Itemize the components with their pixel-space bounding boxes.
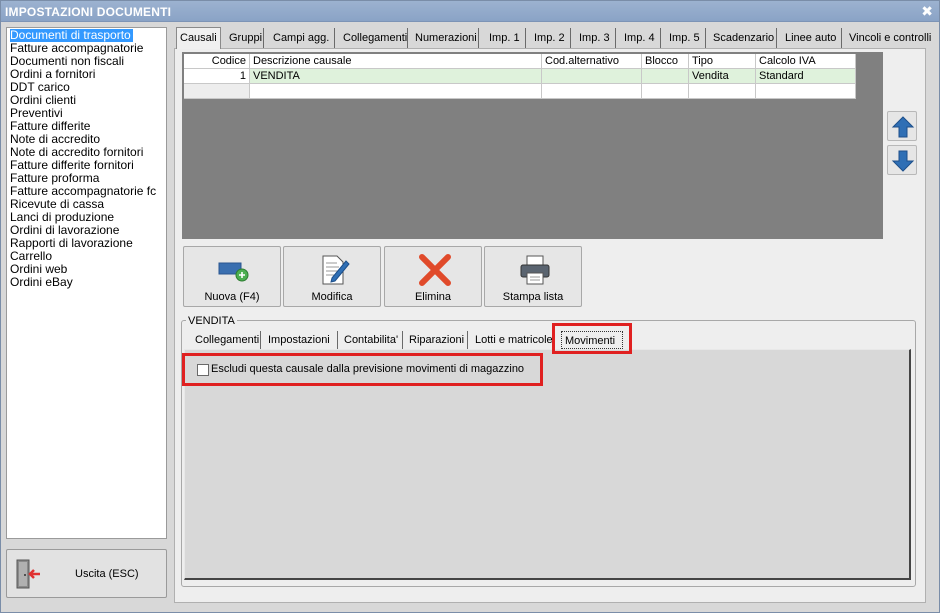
list-item[interactable]: Fatture differite <box>10 120 92 133</box>
list-item[interactable]: DDT carico <box>10 81 72 94</box>
causali-grid[interactable]: Codice Descrizione causale Cod.alternati… <box>182 52 883 239</box>
cell-empty <box>542 84 642 99</box>
tab-causali[interactable]: Causali <box>176 27 221 49</box>
list-item[interactable]: Fatture proforma <box>10 172 101 185</box>
cell-tipo: Vendita <box>689 69 756 84</box>
exclude-causale-checkbox[interactable] <box>197 364 209 376</box>
main-tabs: Causali Gruppi Campi agg. Collegamenti N… <box>174 27 938 49</box>
detail-group-title: VENDITA <box>186 315 237 327</box>
delete-button[interactable]: Elimina <box>384 246 482 307</box>
cell-codice: 1 <box>184 69 250 84</box>
list-item[interactable]: Ordini a fornitori <box>10 68 97 81</box>
move-up-button[interactable] <box>887 111 917 141</box>
arrow-up-icon <box>891 116 915 138</box>
subtab-lotti-e-matricole[interactable]: Lotti e matricole <box>472 331 554 349</box>
movimenti-panel <box>184 349 911 580</box>
exclude-causale-label: Escludi questa causale dalla previsione … <box>211 363 525 375</box>
print-list-button[interactable]: Stampa lista <box>484 246 582 307</box>
cell-descrizione: VENDITA <box>250 69 542 84</box>
tab-linee-auto[interactable]: Linee auto <box>782 28 842 48</box>
cell-empty <box>689 84 756 99</box>
exit-door-icon <box>16 559 40 589</box>
column-header[interactable]: Codice <box>184 54 250 69</box>
new-button-label: Nuova (F4) <box>204 291 260 303</box>
subtab-movimenti[interactable]: Movimenti <box>561 331 623 349</box>
list-item[interactable]: Ordini clienti <box>10 94 78 107</box>
list-item[interactable]: Documenti di trasporto <box>10 29 133 42</box>
tab-vincoli-e-controlli[interactable]: Vincoli e controlli <box>846 28 938 48</box>
window-title: IMPOSTAZIONI DOCUMENTI <box>5 5 172 19</box>
printer-icon <box>520 255 550 285</box>
tab-numerazioni[interactable]: Numerazioni <box>412 28 479 48</box>
exit-button[interactable]: Uscita (ESC) <box>6 549 167 598</box>
list-item[interactable]: Ordini eBay <box>10 276 75 289</box>
cell-empty <box>250 84 542 99</box>
title-bar: IMPOSTAZIONI DOCUMENTI ✖ <box>1 1 939 22</box>
list-item[interactable]: Lanci di produzione <box>10 211 116 224</box>
list-item[interactable]: Note di accredito <box>10 133 102 146</box>
exit-button-label: Uscita (ESC) <box>75 568 139 580</box>
new-button[interactable]: Nuova (F4) <box>183 246 281 307</box>
tab-imp-3[interactable]: Imp. 3 <box>576 28 616 48</box>
list-item[interactable]: Carrello <box>10 250 54 263</box>
list-item[interactable]: Ordini web <box>10 263 69 276</box>
edit-button-label: Modifica <box>311 291 353 303</box>
list-item[interactable]: Rapporti di lavorazione <box>10 237 135 250</box>
document-type-list[interactable]: Documenti di trasporto Fatture accompagn… <box>6 27 167 539</box>
list-item[interactable]: Ricevute di cassa <box>10 198 106 211</box>
tab-gruppi[interactable]: Gruppi <box>226 28 264 48</box>
edit-button[interactable]: Modifica <box>283 246 381 307</box>
list-item[interactable]: Fatture differite fornitori <box>10 159 136 172</box>
list-item[interactable]: Note di accredito fornitori <box>10 146 145 159</box>
list-item[interactable]: Ordini di lavorazione <box>10 224 121 237</box>
subtab-riparazioni[interactable]: Riparazioni <box>406 331 468 349</box>
delete-button-label: Elimina <box>414 291 452 303</box>
cell-cod-alternativo <box>542 69 642 84</box>
edit-document-icon <box>322 255 350 285</box>
close-icon[interactable]: ✖ <box>921 3 933 20</box>
column-header[interactable]: Tipo <box>689 54 756 69</box>
column-header[interactable]: Calcolo IVA <box>756 54 856 69</box>
list-item[interactable]: Fatture accompagnatorie <box>10 42 145 55</box>
move-down-button[interactable] <box>887 145 917 175</box>
subtab-contabilita[interactable]: Contabilita' <box>341 331 403 349</box>
print-list-button-label: Stampa lista <box>502 291 564 303</box>
tab-imp-1[interactable]: Imp. 1 <box>486 28 526 48</box>
subtab-impostazioni[interactable]: Impostazioni <box>265 331 338 349</box>
tab-collegamenti[interactable]: Collegamenti <box>340 28 408 48</box>
list-item[interactable]: Preventivi <box>10 107 65 120</box>
new-document-icon <box>218 262 249 282</box>
subtab-collegamenti[interactable]: Collegamenti <box>192 331 261 349</box>
column-header[interactable]: Blocco <box>642 54 689 69</box>
tab-imp-2[interactable]: Imp. 2 <box>531 28 571 48</box>
tab-campi-agg[interactable]: Campi agg. <box>270 28 335 48</box>
column-header[interactable]: Descrizione causale <box>250 54 542 69</box>
cell-empty <box>184 84 250 99</box>
list-item[interactable]: Documenti non fiscali <box>10 55 126 68</box>
cell-blocco <box>642 69 689 84</box>
arrow-down-icon <box>891 150 915 172</box>
cell-empty <box>642 84 689 99</box>
tab-scadenzario[interactable]: Scadenzario <box>710 28 777 48</box>
delete-x-icon <box>419 254 451 286</box>
list-item[interactable]: Fatture accompagnatorie fc <box>10 185 158 198</box>
cell-calcolo-iva: Standard <box>756 69 856 84</box>
tab-imp-5[interactable]: Imp. 5 <box>666 28 706 48</box>
column-header[interactable]: Cod.alternativo <box>542 54 642 69</box>
tab-imp-4[interactable]: Imp. 4 <box>621 28 661 48</box>
cell-empty <box>756 84 856 99</box>
